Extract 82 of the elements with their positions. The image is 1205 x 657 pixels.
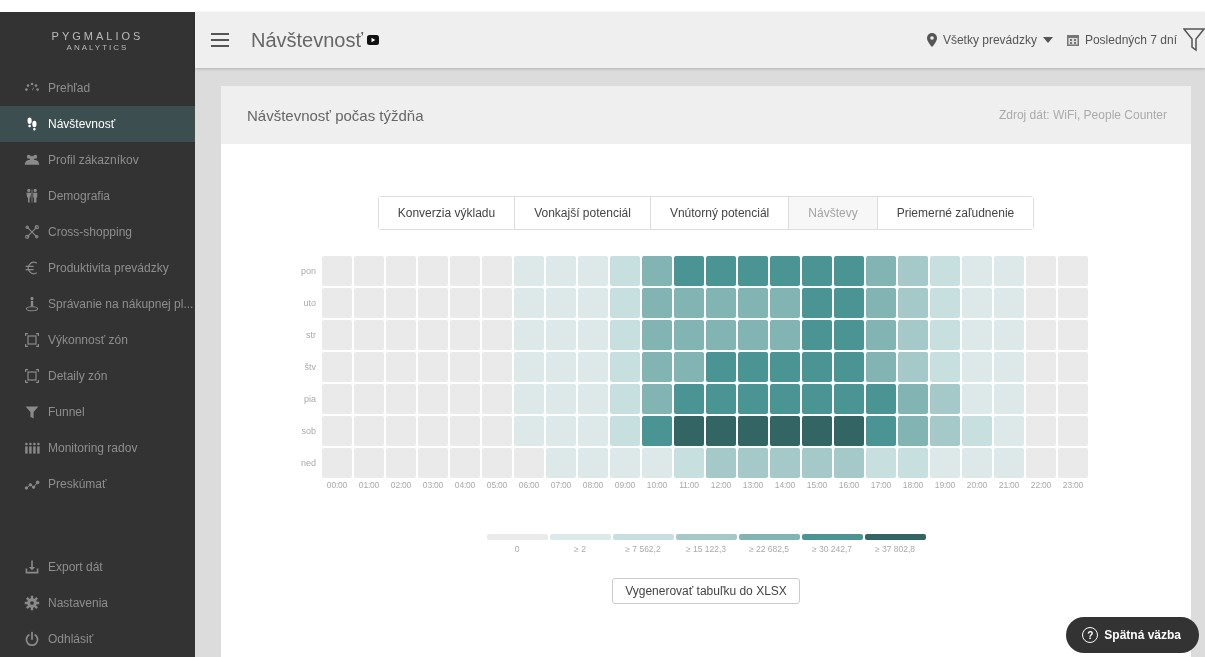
hour-label: 23:00 (1061, 480, 1085, 490)
hour-label: 06:00 (517, 480, 541, 490)
legend-label: ≥ 2 (574, 544, 586, 554)
legend-label: ≥ 37 802,8 (874, 544, 916, 554)
hour-label: 11:00 (678, 480, 700, 490)
person-pin-icon (24, 296, 40, 312)
day-label: pia (303, 394, 317, 404)
data-source: Zdroj dát: WiFi, People Counter (998, 108, 1167, 122)
sidebar-item[interactable]: Monitoring radov (0, 430, 195, 466)
legend-label: ≥ 22 682,5 (748, 544, 790, 554)
feedback-button[interactable]: ? Spätná väzba (1066, 617, 1199, 653)
sidebar-item[interactable]: Výkonnosť zón (0, 322, 195, 358)
sidebar-item[interactable]: Prehľad (0, 70, 195, 106)
hour-label: 14:00 (773, 480, 797, 490)
day-label: pon (299, 266, 317, 276)
euro-icon (24, 260, 40, 276)
hour-label: 17:00 (869, 480, 893, 490)
day-label: sob (300, 426, 317, 436)
day-label: štv (303, 362, 317, 372)
sidebar-item[interactable]: Detaily zón (0, 358, 195, 394)
metric-tab[interactable]: Návštevy (788, 197, 877, 229)
legend-label: ≥ 30 242,7 (811, 544, 853, 554)
hour-label: 03:00 (421, 480, 445, 490)
page-title: Návštevnosť (251, 28, 363, 52)
hour-label: 20:00 (965, 480, 989, 490)
sidebar-item[interactable]: Demografia (0, 178, 195, 214)
legend-label: 0 (514, 544, 520, 554)
day-label: str (305, 330, 317, 340)
location-pin-icon (926, 33, 937, 47)
hour-label: 08:00 (581, 480, 605, 490)
queue-icon (24, 440, 40, 456)
hour-label: 10:00 (645, 480, 669, 490)
zone-icon (24, 368, 40, 384)
hour-label: 16:00 (837, 480, 861, 490)
hour-label: 18:00 (901, 480, 925, 490)
menu-icon[interactable] (211, 33, 229, 47)
people-icon (24, 152, 40, 168)
date-range-dropdown[interactable]: Posledných 7 dní (1084, 33, 1177, 47)
download-icon (24, 559, 40, 575)
hour-label: 19:00 (933, 480, 957, 490)
card-title: Návštevnosť počas týždňa (247, 106, 424, 124)
filter-icon[interactable] (1183, 28, 1205, 52)
video-icon[interactable] (367, 35, 379, 45)
hour-label: 21:00 (997, 480, 1021, 490)
hour-label: 12:00 (709, 480, 733, 490)
sidebar-item[interactable]: Export dát (0, 549, 195, 585)
caret-icon[interactable] (1042, 37, 1053, 43)
hour-label: 01:00 (357, 480, 381, 490)
metric-tab[interactable]: Priemerné zaľudnenie (876, 197, 1034, 229)
hour-label: 13:00 (741, 480, 765, 490)
store-dropdown[interactable]: Všetky prevádzky (942, 33, 1037, 47)
logo-name: PYGMALIOS (51, 29, 144, 42)
gender-icon (24, 188, 40, 204)
legend-label: ≥ 15 122,3 (685, 544, 727, 554)
sidebar-item[interactable]: Nastavenia (0, 585, 195, 621)
power-icon (24, 631, 40, 647)
sidebar-item[interactable]: Preskúmať (0, 466, 195, 502)
sidebar-item[interactable]: Návštevnosť (0, 106, 195, 142)
hour-label: 15:00 (805, 480, 829, 490)
hour-label: 09:00 (613, 480, 637, 490)
day-label: uto (302, 298, 317, 308)
hour-label: 00:00 (325, 480, 349, 490)
network-icon (24, 224, 40, 240)
hour-label: 04:00 (453, 480, 477, 490)
hour-label: 05:00 (485, 480, 509, 490)
logo-tagline: ANALYTICS (66, 43, 129, 53)
hour-label: 07:00 (549, 480, 573, 490)
day-label: ned (299, 458, 317, 468)
sidebar-item[interactable]: Odhlásiť (0, 621, 195, 657)
hour-label: 02:00 (389, 480, 413, 490)
funnel-icon (24, 404, 40, 420)
calendar-icon (1066, 34, 1079, 46)
sidebar-item[interactable]: Cross-shopping (0, 214, 195, 250)
hour-label: 22:00 (1029, 480, 1053, 490)
sidebar-item[interactable]: Profil zákazníkov (0, 142, 195, 178)
export-button[interactable]: Vygenerovať tabuľku do XLSX (612, 578, 800, 604)
gear-icon (24, 595, 40, 611)
sidebar-item[interactable]: Funnel (0, 394, 195, 430)
sidebar-item[interactable]: Produktivita prevádzky (0, 250, 195, 286)
legend-label: ≥ 7 562,2 (625, 544, 661, 554)
zone-icon (24, 332, 40, 348)
sidebar-item[interactable]: Správanie na nákupnej pl... (0, 286, 195, 322)
